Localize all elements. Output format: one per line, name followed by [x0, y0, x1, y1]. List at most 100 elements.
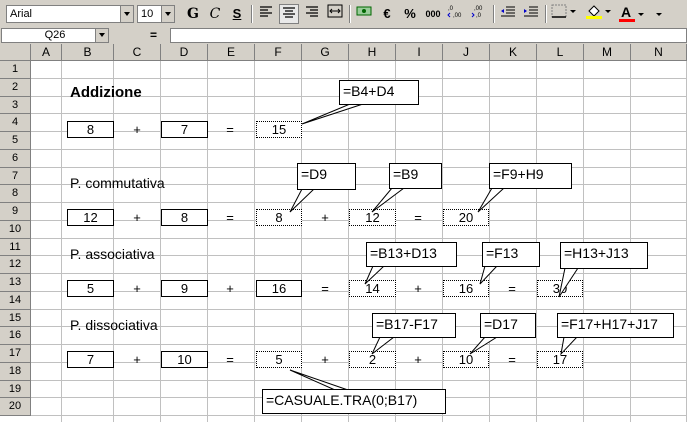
callout-l17-formula[interactable]: =F17+H17+J17	[557, 313, 674, 338]
cell-g17: +	[321, 352, 329, 367]
chevron-down-icon[interactable]	[161, 6, 174, 22]
column-header-e[interactable]: E	[208, 44, 255, 61]
callout-h9-formula[interactable]: =B9	[389, 163, 442, 189]
cell-e13: +	[226, 281, 234, 296]
row-header-14[interactable]: 14	[0, 292, 31, 310]
cell-j13[interactable]: 16	[443, 280, 489, 297]
fill-color-button[interactable]	[584, 4, 612, 24]
row-header-7[interactable]: 7	[0, 168, 31, 185]
bold-button[interactable]: G	[183, 4, 203, 24]
column-header-a[interactable]: A	[31, 44, 62, 61]
font-color-button[interactable]: A	[618, 4, 646, 24]
column-header-m[interactable]: M	[584, 44, 631, 61]
row-header-19[interactable]: 19	[0, 381, 31, 398]
cell-b13[interactable]: 5	[67, 280, 114, 297]
chevron-down-icon	[638, 13, 644, 16]
column-header-i[interactable]: I	[396, 44, 443, 61]
font-name-select[interactable]: Arial	[6, 5, 134, 23]
row-header-13[interactable]: 13	[0, 274, 31, 292]
font-size-select[interactable]: 10	[137, 5, 175, 23]
cell-d17[interactable]: 10	[161, 351, 208, 368]
toolbar-options-button[interactable]	[654, 4, 664, 24]
cell-l17[interactable]: 17	[537, 351, 583, 368]
decrease-indent-button[interactable]	[498, 4, 518, 24]
euro-button[interactable]: €	[377, 4, 397, 24]
row-header-4[interactable]: 4	[0, 114, 31, 132]
cell-d9[interactable]: 8	[161, 209, 208, 226]
column-header-b[interactable]: B	[62, 44, 114, 61]
cell-h9[interactable]: 12	[349, 209, 396, 226]
callout-f9-formula[interactable]: =D9	[297, 163, 356, 190]
cell-d13[interactable]: 9	[161, 280, 208, 297]
callout-j13-formula[interactable]: =F13	[482, 242, 540, 267]
align-left-button[interactable]	[256, 4, 276, 24]
align-right-button[interactable]	[302, 4, 322, 24]
row-header-17[interactable]: 17	[0, 345, 31, 363]
merge-center-button[interactable]	[325, 4, 345, 24]
cell-h17[interactable]: 2	[349, 351, 396, 368]
name-box[interactable]: Q26	[1, 28, 109, 43]
row-header-20[interactable]: 20	[0, 398, 31, 416]
callout-f17-formula[interactable]: =CASUALE.TRA(0;B17)	[262, 389, 446, 414]
row-header-8[interactable]: 8	[0, 185, 31, 203]
formula-input[interactable]	[170, 28, 687, 43]
cell-c9: +	[133, 210, 141, 225]
cell-j9[interactable]: 20	[443, 209, 489, 226]
callout-j17-formula[interactable]: =D17	[480, 313, 536, 338]
row-header-10[interactable]: 10	[0, 221, 31, 239]
cell-h13[interactable]: 14	[349, 280, 396, 297]
chevron-down-icon[interactable]	[120, 6, 133, 22]
row-header-16[interactable]: 16	[0, 327, 31, 345]
svg-text:,00: ,00	[474, 6, 483, 12]
cell-f9[interactable]: 8	[256, 209, 302, 226]
row-header-3[interactable]: 3	[0, 97, 31, 114]
cell-j17[interactable]: 10	[443, 351, 489, 368]
row-header-12[interactable]: 12	[0, 256, 31, 274]
row-header-2[interactable]: 2	[0, 79, 31, 97]
column-header-l[interactable]: L	[537, 44, 584, 61]
callout-j9-formula[interactable]: =F9+H9	[489, 163, 572, 189]
select-all-corner[interactable]	[0, 44, 31, 61]
cell-l13[interactable]: 30	[537, 280, 583, 297]
cell-b4[interactable]: 8	[67, 121, 114, 138]
row-header-11[interactable]: 11	[0, 239, 31, 256]
row-header-15[interactable]: 15	[0, 310, 31, 327]
callout-h13-formula[interactable]: =B13+D13	[366, 242, 457, 267]
decrease-decimal-button[interactable]: ,00,0	[469, 4, 489, 24]
row-header-1[interactable]: 1	[0, 61, 31, 79]
align-center-icon	[283, 7, 295, 18]
column-header-j[interactable]: J	[443, 44, 490, 61]
thousands-separator-button[interactable]: 000	[423, 4, 443, 24]
cell-b9[interactable]: 12	[67, 209, 114, 226]
column-header-d[interactable]: D	[161, 44, 208, 61]
borders-button[interactable]	[550, 4, 578, 24]
cell-b17[interactable]: 7	[67, 351, 114, 368]
column-header-c[interactable]: C	[114, 44, 161, 61]
column-header-f[interactable]: F	[255, 44, 302, 61]
underline-button[interactable]: S	[227, 4, 247, 24]
row-header-18[interactable]: 18	[0, 363, 31, 381]
section-title-dissociativa: P. dissociativa	[70, 317, 158, 333]
cell-f4[interactable]: 15	[256, 121, 302, 138]
column-header-h[interactable]: H	[349, 44, 396, 61]
column-header-g[interactable]: G	[302, 44, 349, 61]
currency-button[interactable]	[354, 4, 374, 24]
chevron-down-icon[interactable]	[95, 29, 108, 42]
callout-h17-formula[interactable]: =B17-F17	[372, 313, 456, 338]
percent-button[interactable]: %	[400, 4, 420, 24]
row-header-6[interactable]: 6	[0, 150, 31, 168]
align-center-button[interactable]	[279, 4, 299, 24]
cell-f17[interactable]: 5	[256, 351, 302, 368]
increase-decimal-button[interactable]: ,0,00	[446, 4, 466, 24]
increase-indent-button[interactable]	[521, 4, 541, 24]
column-header-k[interactable]: K	[490, 44, 537, 61]
cell-f13[interactable]: 16	[256, 280, 302, 297]
row-header-9[interactable]: 9	[0, 203, 31, 221]
callout-f4-formula[interactable]: =B4+D4	[339, 80, 419, 105]
italic-button[interactable]: C	[205, 4, 225, 24]
callout-l13-formula[interactable]: =H13+J13	[560, 242, 648, 269]
cell-d4[interactable]: 7	[161, 121, 208, 138]
cell-i9: =	[414, 210, 422, 225]
row-header-5[interactable]: 5	[0, 132, 31, 150]
column-header-n[interactable]: N	[631, 44, 687, 61]
